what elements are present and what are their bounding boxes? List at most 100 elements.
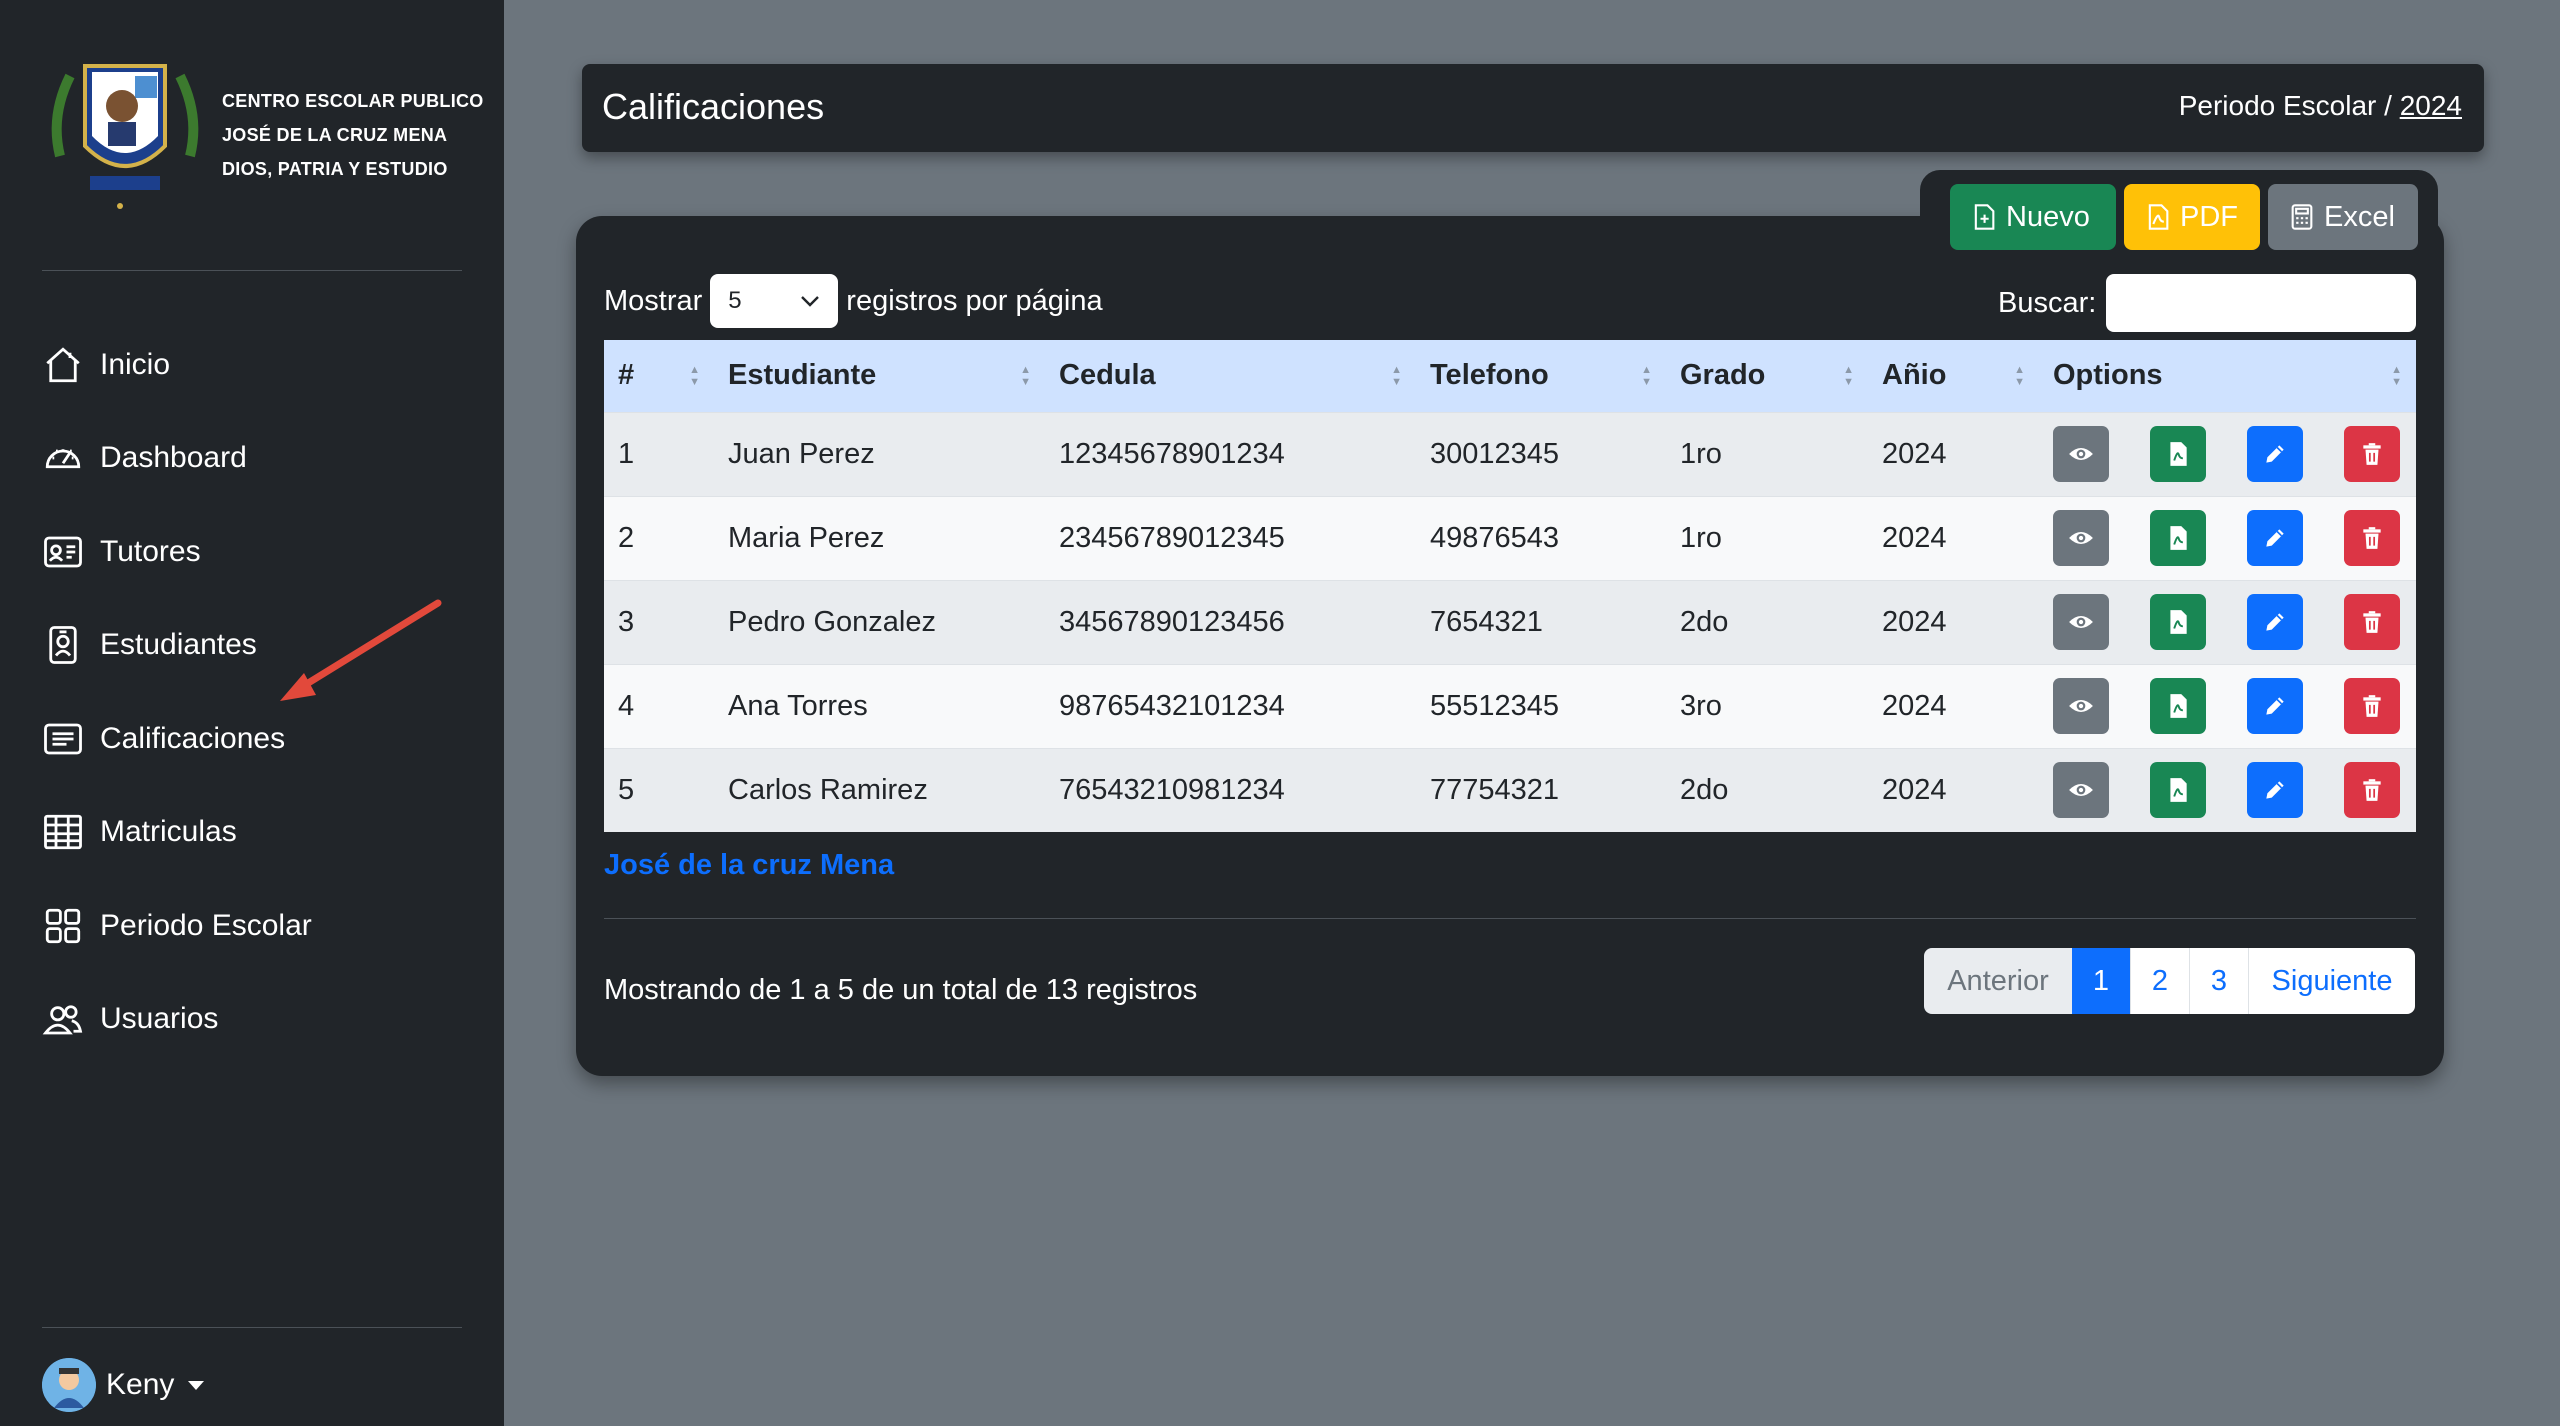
new-button-label: Nuevo — [2006, 200, 2090, 233]
sidebar-item-dashboard[interactable]: Dashboard — [42, 412, 312, 506]
delete-button[interactable] — [2344, 510, 2400, 566]
sidebar-item-tutores[interactable]: Tutores — [42, 505, 312, 599]
pdf-row-button[interactable] — [2150, 594, 2206, 650]
view-button[interactable] — [2053, 426, 2109, 482]
search-input[interactable] — [2106, 274, 2417, 332]
pdf-row-button[interactable] — [2150, 426, 2206, 482]
file-pdf-icon — [2148, 204, 2169, 230]
edit-button[interactable] — [2247, 678, 2303, 734]
table-row: 4 Ana Torres 98765432101234 55512345 3ro 2024 — [604, 663, 2416, 748]
file-pdf-icon — [2165, 525, 2191, 551]
pagination-page-2[interactable]: 2 — [2130, 948, 2189, 1014]
chevron-down-icon — [801, 296, 820, 307]
eye-icon — [2068, 777, 2094, 803]
view-button[interactable] — [2053, 510, 2109, 566]
user-menu[interactable]: Keny — [42, 1358, 205, 1412]
sidebar-item-label: Usuarios — [100, 1002, 219, 1036]
search-control: Buscar: — [1998, 274, 2417, 332]
sidebar-item-inicio[interactable]: Inicio — [42, 318, 312, 412]
delete-button[interactable] — [2344, 678, 2400, 734]
file-pdf-icon — [2165, 777, 2191, 803]
column-header-estudiante[interactable]: Estudiante ▲ ▼ — [714, 340, 1045, 412]
cell-number: 5 — [604, 747, 714, 832]
school-link[interactable]: José de la cruz Mena — [604, 849, 894, 882]
edit-button[interactable] — [2247, 426, 2303, 482]
grades-table: # ▲ ▼ Estudiante ▲ ▼ Cedula ▲ ▼ Telefono ▲ ▼ Gra… — [604, 340, 2416, 832]
sidebar-item-label: Periodo Escolar — [100, 908, 312, 942]
eye-icon — [2068, 525, 2094, 551]
brand-line-1: CENTRO ESCOLAR PUBLICO — [222, 91, 484, 111]
trash-icon — [2359, 777, 2385, 803]
cell-grado: 1ro — [1666, 495, 1868, 580]
sidebar-item-label: Estudiantes — [100, 628, 257, 662]
sort-icon: ▲ ▼ — [1843, 364, 1854, 388]
table-row: 2 Maria Perez 23456789012345 49876543 1ro 202… — [604, 495, 2416, 580]
cell-estudiante: Juan Perez — [714, 411, 1045, 496]
sidebar-item-label: Matriculas — [100, 815, 237, 849]
cell-options — [2039, 579, 2416, 664]
cell-anio: 2024 — [1868, 579, 2039, 664]
page-length-select[interactable]: 5 — [710, 274, 839, 328]
pdf-button[interactable]: PDF — [2124, 184, 2260, 250]
column-header-cedula[interactable]: Cedula ▲ ▼ — [1045, 340, 1416, 412]
column-header-number[interactable]: # ▲ ▼ — [604, 340, 714, 412]
edit-button[interactable] — [2247, 594, 2303, 650]
brand-line-2: JOSÉ DE LA CRUZ MENA — [222, 125, 448, 145]
cell-estudiante: Maria Perez — [714, 495, 1045, 580]
breadcrumb-label: Periodo Escolar / — [2178, 90, 2400, 121]
trash-icon — [2359, 609, 2385, 635]
cell-grado: 1ro — [1666, 411, 1868, 496]
sidebar-item-label: Inicio — [100, 347, 171, 381]
pdf-row-button[interactable] — [2150, 510, 2206, 566]
breadcrumb-year-link[interactable]: 2024 — [2400, 90, 2462, 121]
file-plus-icon — [1974, 204, 1995, 230]
breadcrumb: Periodo Escolar / 2024 — [2179, 90, 2462, 122]
view-button[interactable] — [2053, 594, 2109, 650]
search-label: Buscar: — [1998, 286, 2097, 319]
delete-button[interactable] — [2344, 594, 2400, 650]
pagination-page-1[interactable]: 1 — [2072, 948, 2130, 1014]
pagination-prev[interactable]: Anterior — [1924, 948, 2072, 1014]
file-pdf-icon — [2165, 441, 2191, 467]
table-icon — [44, 815, 82, 850]
length-suffix: registros por página — [846, 284, 1103, 317]
column-header-grado[interactable]: Grado ▲ ▼ — [1666, 340, 1868, 412]
pdf-row-button[interactable] — [2150, 762, 2206, 819]
pagination: Anterior 1 2 3 Siguiente — [1924, 948, 2415, 1014]
excel-button[interactable]: Excel — [2268, 184, 2418, 250]
column-header-telefono[interactable]: Telefono ▲ ▼ — [1416, 340, 1666, 412]
sidebar-item-label: Calificaciones — [100, 721, 286, 755]
cell-number: 2 — [604, 495, 714, 580]
new-button[interactable]: Nuevo — [1950, 184, 2116, 250]
house-icon — [46, 347, 80, 382]
person-card-icon — [44, 536, 82, 568]
delete-button[interactable] — [2344, 426, 2400, 482]
sidebar-item-matriculas[interactable]: Matriculas — [42, 786, 312, 880]
cell-grado: 2do — [1666, 579, 1868, 664]
eye-icon — [2068, 693, 2094, 719]
column-header-anio[interactable]: Añio ▲ ▼ — [1868, 340, 2039, 412]
cell-anio: 2024 — [1868, 747, 2039, 832]
pdf-row-button[interactable] — [2150, 678, 2206, 734]
sidebar-item-periodo-escolar[interactable]: Periodo Escolar — [42, 879, 312, 973]
edit-button[interactable] — [2247, 762, 2303, 819]
column-header-options[interactable]: Options ▲ ▼ — [2039, 340, 2416, 412]
cell-anio: 2024 — [1868, 495, 2039, 580]
cell-options — [2039, 495, 2416, 580]
sort-icon: ▲ ▼ — [2391, 364, 2402, 388]
cell-options — [2039, 747, 2416, 832]
trash-icon — [2359, 441, 2385, 467]
brand[interactable]: CENTRO ESCOLAR PUBLICO JOSÉ DE LA CRUZ M… — [40, 36, 483, 216]
view-button[interactable] — [2053, 678, 2109, 734]
view-button[interactable] — [2053, 762, 2109, 819]
cell-anio: 2024 — [1868, 663, 2039, 748]
sidebar-item-usuarios[interactable]: Usuarios — [42, 973, 312, 1067]
table-info: Mostrando de 1 a 5 de un total de 13 reg… — [604, 974, 1198, 1006]
edit-button[interactable] — [2247, 510, 2303, 566]
pagination-page-3[interactable]: 3 — [2189, 948, 2248, 1014]
table-header-row: # ▲ ▼ Estudiante ▲ ▼ Cedula ▲ ▼ Telefono ▲ ▼ Gra… — [604, 340, 2416, 412]
pagination-next[interactable]: Siguiente — [2248, 948, 2415, 1014]
cell-cedula: 12345678901234 — [1045, 411, 1416, 496]
delete-button[interactable] — [2344, 762, 2400, 819]
cell-telefono: 7654321 — [1416, 579, 1666, 664]
